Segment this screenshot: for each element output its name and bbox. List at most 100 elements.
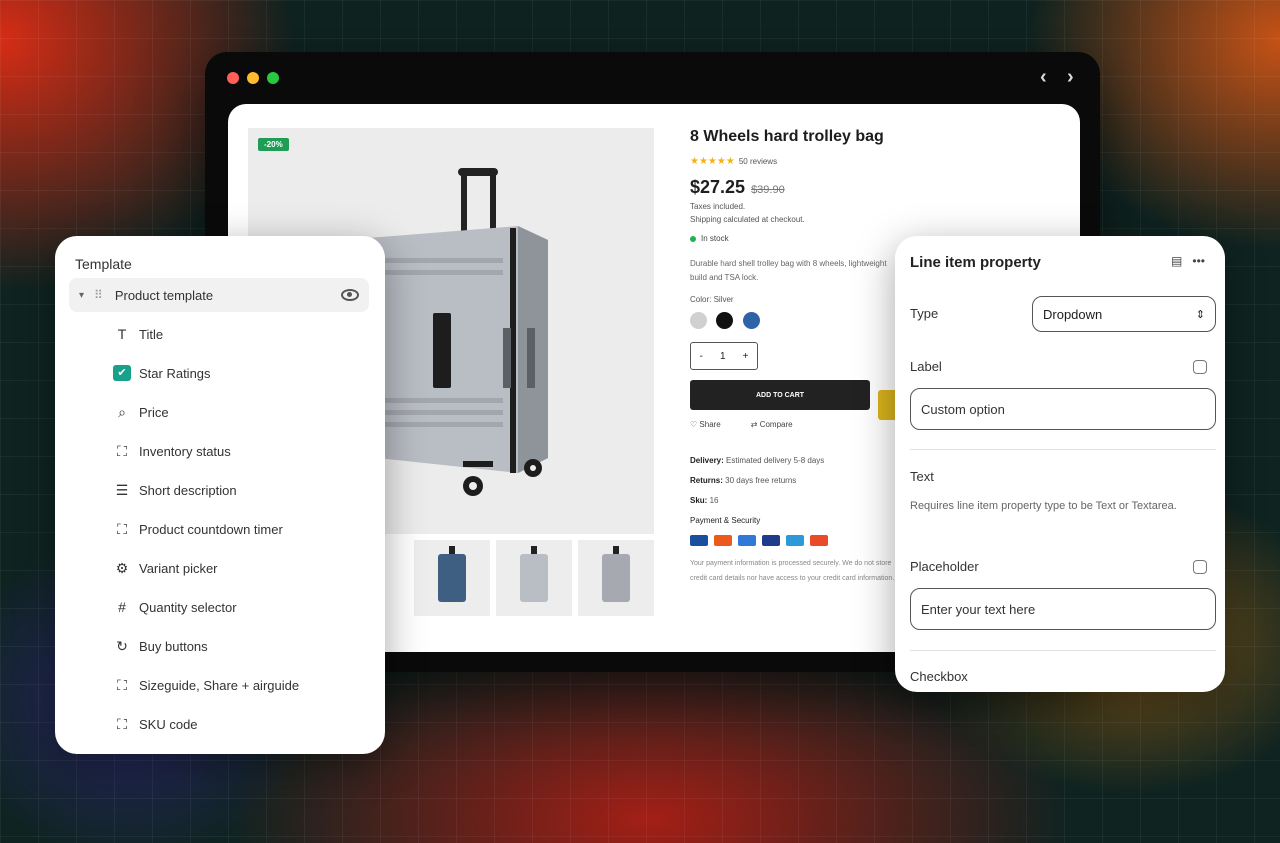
drag-handle-icon[interactable]: ⠿	[94, 288, 103, 302]
swatch-black[interactable]	[716, 312, 734, 329]
text-icon: T	[117, 326, 127, 342]
type-label: Type	[910, 306, 939, 321]
dynamic-source-icon[interactable]	[1193, 560, 1207, 574]
current-price: $27.25	[690, 177, 746, 197]
template-panel: Template ▾ ⠿ Product template T Title ✔ St…	[55, 236, 385, 754]
cart-icon: ↻	[116, 638, 128, 654]
delivery-label: Delivery:	[690, 456, 724, 465]
thumbnail[interactable]	[578, 540, 654, 616]
block-quantity-selector[interactable]: # Quantity selector	[113, 599, 237, 615]
diners-icon	[786, 535, 804, 546]
block-label: Title	[139, 326, 164, 342]
block-countdown-timer[interactable]: ⛶ Product countdown timer	[113, 521, 283, 538]
minimize-dot[interactable]	[247, 72, 259, 84]
block-label: Short description	[139, 483, 237, 498]
compare-link[interactable]: ⇄ Compare	[751, 420, 793, 429]
block-star-ratings[interactable]: ✔ Star Ratings	[113, 365, 211, 381]
share-label: Share	[699, 420, 721, 429]
select-arrows-icon: ⇕	[1195, 308, 1205, 321]
block-label: Buy buttons	[139, 639, 208, 654]
chevron-down-icon[interactable]: ▾	[79, 290, 84, 301]
variant-icon: ⚙	[115, 560, 129, 576]
dashed-square-icon: ⛶	[117, 443, 127, 459]
database-icon[interactable]: ▤	[1171, 254, 1182, 268]
delivery-value: Estimated delivery 5-8 days	[726, 456, 825, 465]
swatch-silver[interactable]	[690, 312, 707, 329]
old-price: $39.90	[751, 184, 785, 196]
returns-label: Returns:	[690, 476, 723, 485]
product-template-label: Product template	[114, 287, 214, 303]
swatch-blue[interactable]	[742, 312, 760, 329]
mastercard-icon	[714, 535, 732, 546]
review-count[interactable]: 50 reviews	[739, 157, 777, 166]
block-inventory-status[interactable]: ⛶ Inventory status	[113, 443, 231, 460]
payment-footer: Your payment information is processed se…	[690, 560, 895, 582]
block-label: Price	[139, 405, 169, 420]
block-sizeguide[interactable]: ⛶ Sizeguide, Share + airguide	[113, 677, 299, 694]
placeholder-input[interactable]: Enter your text here	[910, 588, 1216, 630]
maximize-dot[interactable]	[267, 72, 279, 84]
divider	[910, 650, 1216, 651]
block-label: Star Ratings	[139, 365, 211, 381]
checkbox-heading: Checkbox	[910, 669, 968, 684]
block-label: Product countdown timer	[139, 522, 283, 537]
dashed-square-icon: ⛶	[117, 521, 127, 537]
dashed-square-icon: ⛶	[117, 677, 127, 693]
qty-value[interactable]: 1	[720, 351, 726, 362]
returns-value: 30 days free returns	[725, 476, 797, 485]
add-to-cart-button[interactable]: ADD TO CART	[690, 380, 870, 410]
chevron-right-icon[interactable]: ›	[1067, 66, 1074, 89]
template-panel-title: Template	[75, 256, 132, 272]
block-sku-code[interactable]: ⛶ SKU code	[113, 716, 198, 733]
block-label: Sizeguide, Share + airguide	[139, 678, 300, 693]
qty-minus-button[interactable]: -	[700, 351, 703, 362]
stock-label: In stock	[701, 234, 729, 243]
paypal-icon	[762, 535, 780, 546]
sku-value: 16	[709, 496, 719, 505]
sku-label: Sku:	[690, 496, 708, 505]
text-heading: Text	[910, 469, 934, 484]
thumbnail[interactable]	[496, 540, 572, 616]
stock-dot-icon	[690, 235, 696, 242]
hash-icon: #	[118, 599, 126, 615]
block-price[interactable]: ⌕ Price	[113, 404, 169, 421]
block-buy-buttons[interactable]: ↻ Buy buttons	[113, 638, 208, 655]
block-short-description[interactable]: ☰ Short description	[113, 482, 237, 499]
checkbox-icon: ✔	[113, 365, 131, 381]
label-label: Label	[910, 359, 942, 374]
line-item-property-panel: Line item property ▤ ••• Type Dropdown ⇕…	[895, 236, 1225, 692]
thumbnail[interactable]	[414, 540, 490, 616]
compare-label: Compare	[759, 420, 793, 429]
divider	[910, 449, 1216, 450]
shipping-note: Shipping calculated at checkout.	[690, 215, 805, 224]
panel-actions: ▤ •••	[1171, 254, 1205, 268]
type-select[interactable]: Dropdown ⇕	[1032, 296, 1216, 332]
close-dot[interactable]	[227, 72, 239, 84]
chevron-left-icon[interactable]: ‹	[1040, 66, 1047, 89]
share-link[interactable]: ♡ Share	[690, 420, 721, 429]
discount-badge: -20%	[258, 138, 289, 151]
property-panel-title: Line item property	[910, 254, 1041, 271]
product-template-row[interactable]: ▾ ⠿ Product template	[69, 278, 369, 312]
block-variant-picker[interactable]: ⚙ Variant picker	[113, 560, 218, 577]
quantity-stepper: - 1 +	[690, 342, 758, 370]
type-value: Dropdown	[1043, 306, 1103, 322]
block-label: Inventory status	[139, 444, 231, 459]
block-title[interactable]: T Title	[113, 326, 163, 342]
label-input[interactable]: Custom option	[910, 388, 1216, 430]
more-icon[interactable]: •••	[1192, 254, 1205, 268]
dynamic-source-icon[interactable]	[1193, 360, 1207, 374]
visa-icon	[690, 535, 708, 546]
eye-icon[interactable]	[341, 289, 359, 301]
placeholder-label: Placeholder	[910, 559, 979, 574]
block-label: SKU code	[139, 717, 198, 732]
qty-plus-button[interactable]: +	[743, 351, 749, 362]
block-label: Variant picker	[139, 561, 218, 576]
star-icons: ★★★★★	[690, 156, 735, 167]
tax-note: Taxes included.	[690, 202, 746, 211]
block-label: Quantity selector	[139, 599, 237, 615]
discover-icon	[810, 535, 828, 546]
text-help: Requires line item property type to be T…	[910, 500, 1177, 512]
tag-icon: ⌕	[118, 404, 126, 420]
short-description: Durable hard shell trolley bag with 8 wh…	[690, 259, 887, 282]
